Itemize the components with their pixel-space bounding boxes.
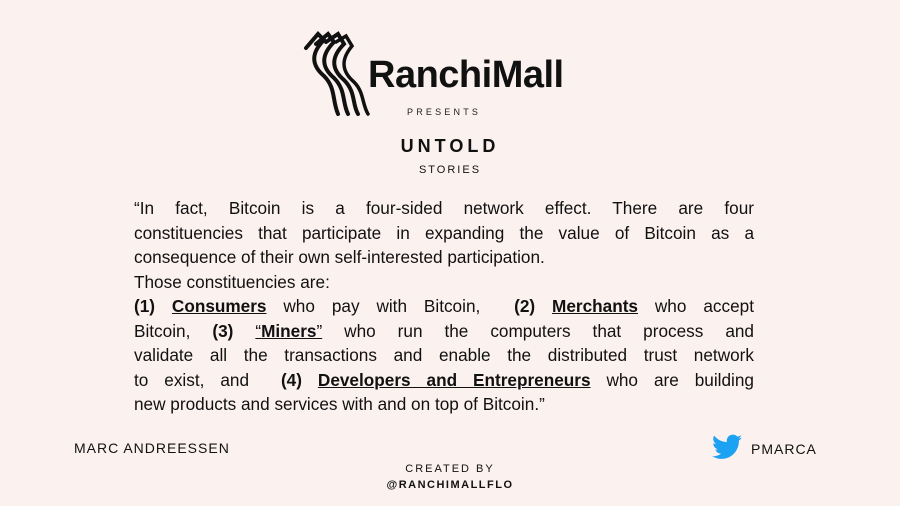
line-8-start: to exist, and bbox=[134, 369, 265, 390]
item-3-text: who run the computers that process and bbox=[322, 320, 754, 341]
quote-line-9: new products and services with and on to… bbox=[134, 394, 545, 414]
twitter-bird-icon bbox=[712, 434, 742, 459]
quote-line-1: “In fact, Bitcoin is a four-sided networ… bbox=[134, 198, 754, 218]
quote-line-5: (1) Consumers who pay with Bitcoin, (2) … bbox=[134, 294, 754, 319]
quote-line-6: Bitcoin, (3) “Miners” who run the comput… bbox=[134, 319, 754, 344]
item-1-text: who pay with Bitcoin, bbox=[266, 296, 481, 316]
item-3-number: (3) bbox=[212, 320, 234, 341]
item-1-term: Consumers bbox=[171, 296, 267, 316]
twitter-handle-label: PMARCA bbox=[751, 441, 817, 457]
page-subtitle: STORIES bbox=[418, 164, 482, 176]
quote-line-3: consequence of their own self-interested… bbox=[134, 247, 545, 267]
created-by-label: CREATED BY bbox=[405, 463, 495, 475]
ranchimall-horse-icon bbox=[304, 31, 370, 116]
item-4-number: (4) bbox=[280, 369, 302, 390]
line-6-start: Bitcoin, bbox=[134, 320, 213, 341]
brand-name: RanchiMall bbox=[368, 54, 564, 96]
creator-handle[interactable]: @RANCHIMALLFLO bbox=[0, 479, 900, 491]
item-4-text: who are building bbox=[590, 369, 754, 390]
item-2-number: (2) bbox=[514, 296, 536, 316]
item-3-term: Miners bbox=[261, 320, 317, 341]
quote-line-7: validate all the transactions and enable… bbox=[134, 345, 754, 365]
presents-label: PRESENTS bbox=[407, 107, 482, 117]
item-1-number: (1) bbox=[134, 296, 156, 316]
item-2-text: who accept bbox=[637, 296, 754, 316]
quote-block: “In fact, Bitcoin is a four-sided networ… bbox=[134, 196, 754, 417]
author-name: MARC ANDREESSEN bbox=[74, 440, 230, 456]
quote-line-8: to exist, and (4) Developers and Entrepr… bbox=[134, 368, 754, 393]
ranchimall-logo: RanchiMall PRESENTS bbox=[302, 30, 592, 122]
page-title: UNTOLD bbox=[400, 136, 500, 156]
quote-line-4: Those constituencies are: bbox=[134, 271, 330, 292]
item-4-term: Developers and Entrepreneurs bbox=[317, 369, 591, 390]
quote-line-2: constituencies that participate in expan… bbox=[134, 222, 754, 243]
item-2-term: Merchants bbox=[552, 296, 638, 316]
